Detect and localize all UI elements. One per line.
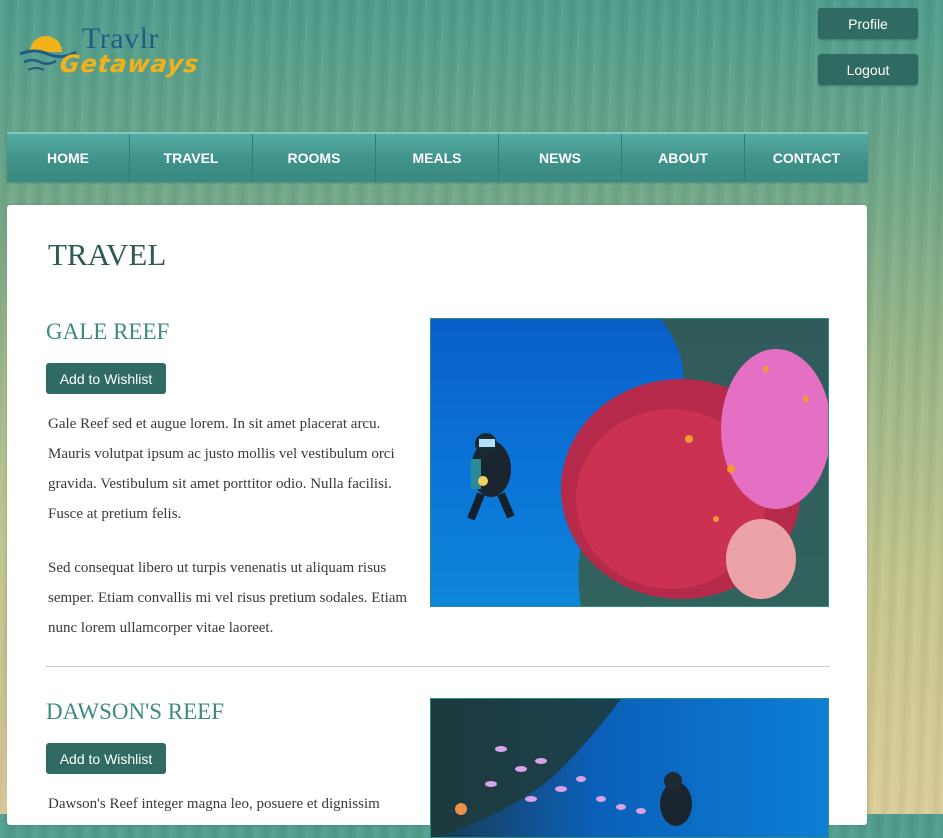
reef-diver-photo (431, 319, 828, 606)
trip-title: DAWSON'S REEF (46, 699, 225, 724)
nav-item-news[interactable]: NEWS (499, 134, 622, 182)
trip-photo (430, 698, 829, 838)
travlr-getaways-logo[interactable]: Travlr Getaways (18, 22, 203, 90)
nav-item-contact[interactable]: CONTACT (745, 134, 868, 182)
trip-title: GALE REEF (46, 319, 170, 344)
main-nav: HOME TRAVEL ROOMS MEALS NEWS ABOUT CONTA… (7, 132, 868, 182)
page-title: TRAVEL (48, 237, 167, 272)
reef-fish-photo (431, 699, 828, 837)
nav-item-about[interactable]: ABOUT (622, 134, 745, 182)
nav-item-travel[interactable]: TRAVEL (130, 134, 253, 182)
content-panel: TRAVEL GALE REEF Add to Wishlist Gale Re… (7, 205, 867, 838)
nav-item-home[interactable]: HOME (7, 134, 130, 182)
add-to-wishlist-button[interactable]: Add to Wishlist (46, 743, 166, 774)
add-to-wishlist-button[interactable]: Add to Wishlist (46, 363, 166, 394)
trip-description: Gale Reef sed et augue lorem. In sit ame… (48, 416, 395, 522)
trip-description: Sed consequat libero ut turpis venenatis… (48, 560, 408, 636)
logo-getaways-text: Getaways (58, 50, 202, 78)
profile-button[interactable]: Profile (818, 8, 918, 39)
trip-description: Dawson's Reef integer magna leo, posuere… (48, 796, 380, 812)
section-divider (46, 666, 830, 667)
nav-item-meals[interactable]: MEALS (376, 134, 499, 182)
nav-item-rooms[interactable]: ROOMS (253, 134, 376, 182)
trip-photo (430, 318, 829, 607)
logout-button[interactable]: Logout (818, 54, 918, 85)
